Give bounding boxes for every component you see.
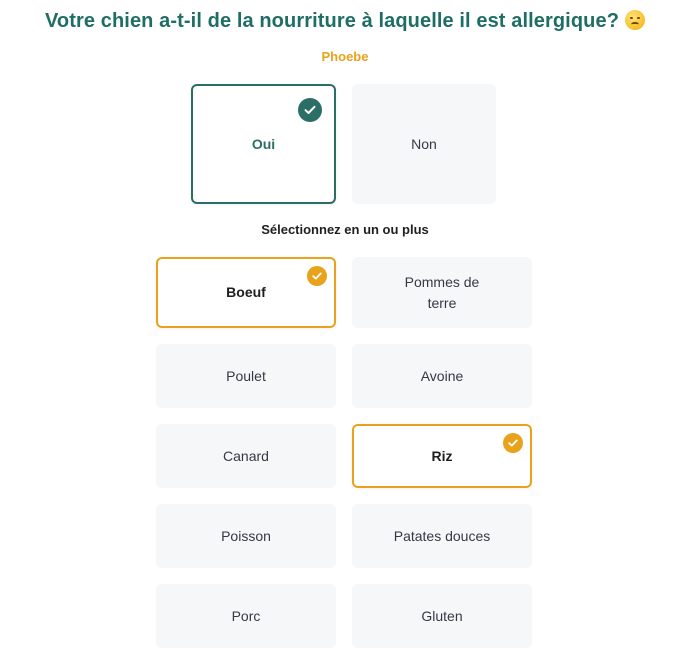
option-oui-card[interactable]: Oui — [191, 84, 336, 204]
option-oui-label: Oui — [251, 135, 276, 152]
food-option-canard[interactable]: Canard — [156, 424, 336, 488]
sad-face-emoji-icon — [625, 10, 646, 30]
food-option-label: Canard — [223, 447, 269, 464]
food-option-label: Patates douces — [393, 527, 491, 544]
food-option-poulet[interactable]: Poulet — [156, 344, 336, 408]
food-option-label: Pommes de terre — [404, 273, 480, 311]
option-non-card[interactable]: Non — [352, 84, 496, 204]
option-non-label: Non — [411, 135, 437, 152]
food-option-label: Poulet — [226, 367, 266, 384]
question-title-text: Votre chien a-t-il de la nourriture à la… — [44, 10, 620, 32]
food-option-label: Boeuf — [226, 284, 266, 300]
pet-name: Phoebe — [321, 49, 369, 64]
food-option-poisson[interactable]: Poisson — [156, 504, 336, 568]
food-option-porc[interactable]: Porc — [156, 584, 336, 648]
check-circle-icon — [298, 98, 322, 122]
food-option-patates-douces[interactable]: Patates douces — [352, 504, 532, 568]
select-instruction: Sélectionnez en un ou plus — [261, 222, 429, 237]
food-option-label: Riz — [431, 447, 453, 464]
food-option-label: Porc — [231, 607, 261, 624]
food-option-avoine[interactable]: Avoine — [352, 344, 532, 408]
food-option-gluten[interactable]: Gluten — [352, 584, 532, 648]
food-option-label: Avoine — [420, 367, 464, 384]
food-option-label: Gluten — [421, 607, 463, 624]
question-title: Votre chien a-t-il de la nourriture à la… — [0, 10, 690, 33]
food-option-riz[interactable]: Riz — [352, 424, 532, 488]
food-option-boeuf[interactable]: Boeuf — [156, 257, 336, 328]
check-circle-icon — [307, 266, 327, 286]
food-option-pommes-de-terre[interactable]: Pommes de terre — [352, 257, 532, 328]
check-circle-icon — [503, 433, 523, 453]
food-option-label: Poisson — [221, 527, 271, 544]
